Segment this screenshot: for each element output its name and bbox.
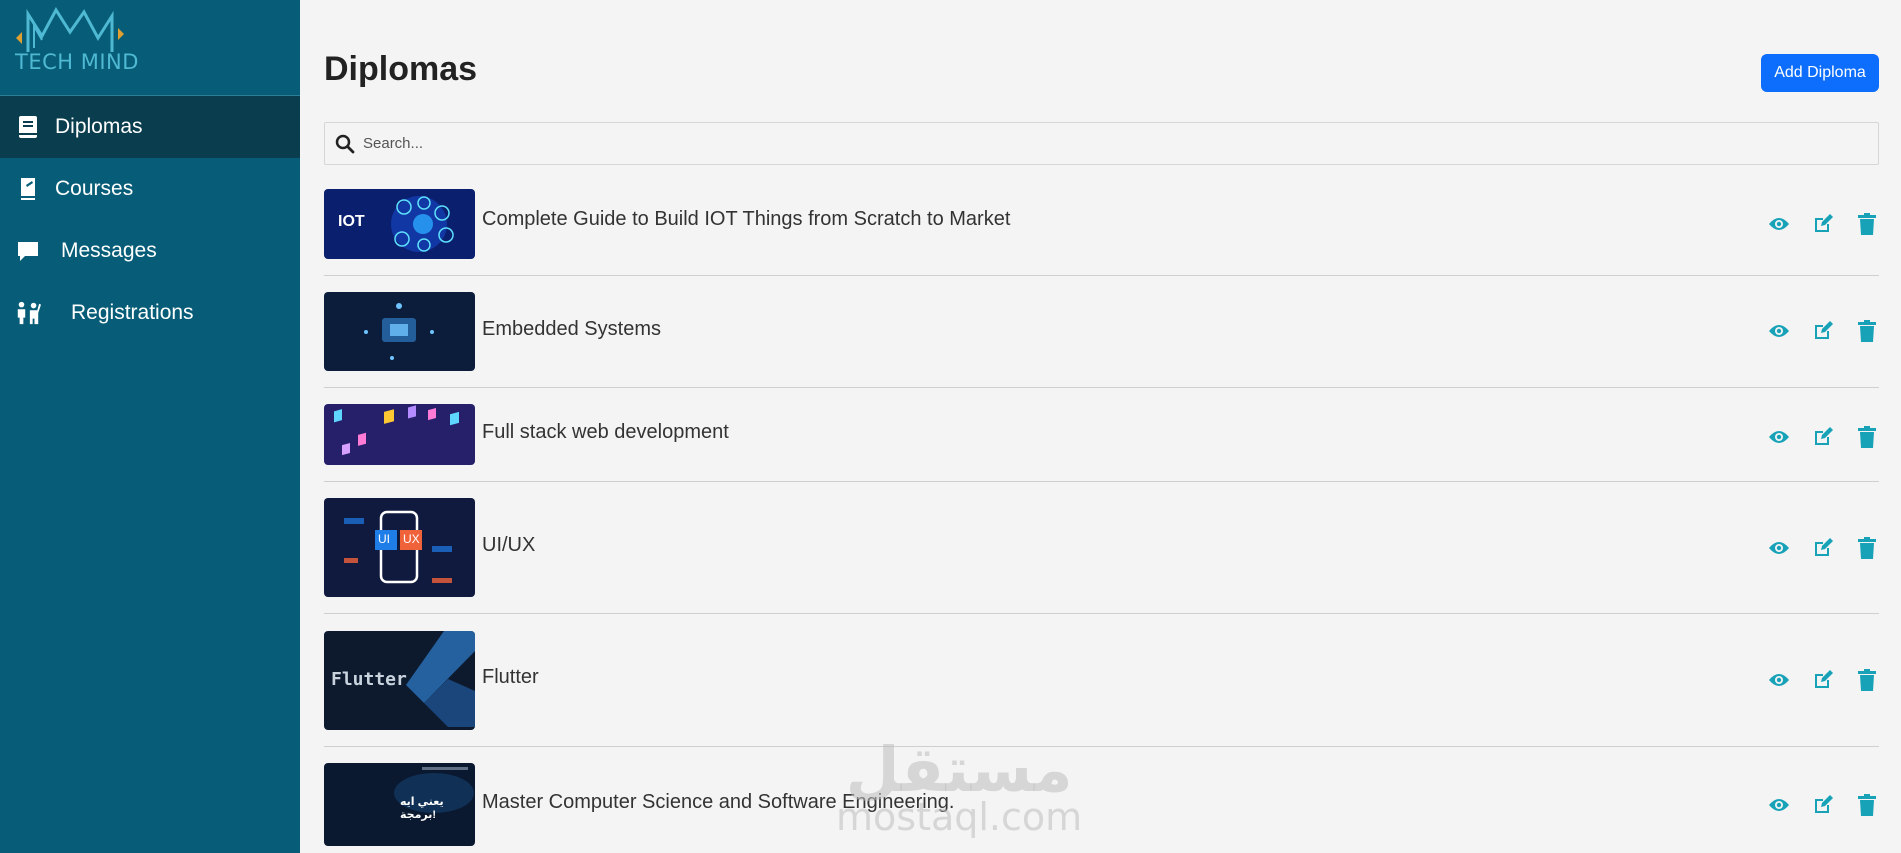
- diploma-title: Embedded Systems: [482, 318, 661, 340]
- row-actions: [1767, 319, 1879, 343]
- trash-icon[interactable]: [1855, 425, 1879, 449]
- message-icon: [15, 238, 41, 264]
- list-item[interactable]: IOT Complete Guide to Build IOT Things f…: [324, 181, 1879, 276]
- sidebar-item-courses[interactable]: Courses: [0, 158, 300, 220]
- sidebar-item-label: Courses: [55, 177, 134, 200]
- book-icon: [15, 114, 41, 140]
- sidebar-item-registrations[interactable]: Registrations: [0, 282, 300, 344]
- trash-icon[interactable]: [1855, 212, 1879, 236]
- edit-icon[interactable]: [1811, 536, 1835, 560]
- trash-icon[interactable]: [1855, 668, 1879, 692]
- eye-icon[interactable]: [1767, 793, 1791, 817]
- edit-icon[interactable]: [1811, 425, 1835, 449]
- eye-icon[interactable]: [1767, 536, 1791, 560]
- list-item[interactable]: Full stack web development: [324, 388, 1879, 482]
- eye-icon[interactable]: [1767, 212, 1791, 236]
- diploma-thumbnail: UI UX: [324, 498, 475, 597]
- search-icon: [335, 134, 355, 153]
- diploma-thumbnail: يعني ايه برمجة!: [324, 763, 475, 846]
- thumbnail-text: Flutter: [331, 669, 407, 690]
- diploma-title: Complete Guide to Build IOT Things from …: [482, 208, 1011, 230]
- add-diploma-button[interactable]: Add Diploma: [1761, 54, 1879, 92]
- sidebar: TECH MIND Diplomas Courses Messages Regi…: [0, 0, 300, 853]
- list-item[interactable]: Flutter Flutter: [324, 614, 1879, 747]
- logo-mark-icon: [16, 7, 124, 52]
- sidebar-item-messages[interactable]: Messages: [0, 220, 300, 282]
- diploma-thumbnail: IOT: [324, 189, 475, 259]
- trash-icon[interactable]: [1855, 793, 1879, 817]
- edit-icon[interactable]: [1811, 668, 1835, 692]
- edit-icon[interactable]: [1811, 212, 1835, 236]
- row-actions: [1767, 425, 1879, 449]
- thumbnail-text: يعني ايه برمجة!: [400, 796, 444, 821]
- diploma-thumbnail: [324, 292, 475, 371]
- search-bar: [324, 122, 1879, 165]
- list-item[interactable]: يعني ايه برمجة! Master Computer Science …: [324, 747, 1879, 853]
- row-actions: [1767, 536, 1879, 560]
- thumbnail-text: UI: [378, 532, 390, 546]
- sidebar-item-label: Diplomas: [55, 115, 143, 138]
- list-item[interactable]: Embedded Systems: [324, 276, 1879, 388]
- diploma-thumbnail: Flutter: [324, 631, 475, 730]
- eye-icon[interactable]: [1767, 319, 1791, 343]
- row-actions: [1767, 668, 1879, 692]
- row-actions: [1767, 212, 1879, 236]
- sidebar-nav: Diplomas Courses Messages Registrations: [0, 96, 300, 344]
- diploma-title: UI/UX: [482, 534, 536, 556]
- eye-icon[interactable]: [1767, 425, 1791, 449]
- trash-icon[interactable]: [1855, 536, 1879, 560]
- trash-icon[interactable]: [1855, 319, 1879, 343]
- diploma-title: Full stack web development: [482, 421, 729, 443]
- search-input[interactable]: [363, 124, 1863, 163]
- diploma-title: Master Computer Science and Software Eng…: [482, 791, 955, 813]
- thumbnail-text: UX: [403, 532, 420, 546]
- page-title: Diplomas: [324, 50, 478, 88]
- eye-icon[interactable]: [1767, 668, 1791, 692]
- logo-text: TECH MIND: [15, 50, 139, 74]
- edit-icon[interactable]: [1811, 319, 1835, 343]
- thumbnail-text: IOT: [338, 213, 365, 230]
- row-actions: [1767, 793, 1879, 817]
- edit-icon[interactable]: [1811, 793, 1835, 817]
- diploma-thumbnail: [324, 404, 475, 465]
- sidebar-item-label: Messages: [61, 239, 157, 262]
- list-item[interactable]: UI UX UI/UX: [324, 482, 1879, 614]
- notebook-icon: [15, 176, 41, 202]
- people-icon: [15, 300, 41, 326]
- logo[interactable]: TECH MIND: [0, 0, 300, 96]
- main-content: Diplomas Add Diploma IOT: [300, 0, 1901, 853]
- sidebar-item-diplomas[interactable]: Diplomas: [0, 96, 300, 158]
- diploma-title: Flutter: [482, 666, 539, 688]
- sidebar-item-label: Registrations: [71, 301, 194, 324]
